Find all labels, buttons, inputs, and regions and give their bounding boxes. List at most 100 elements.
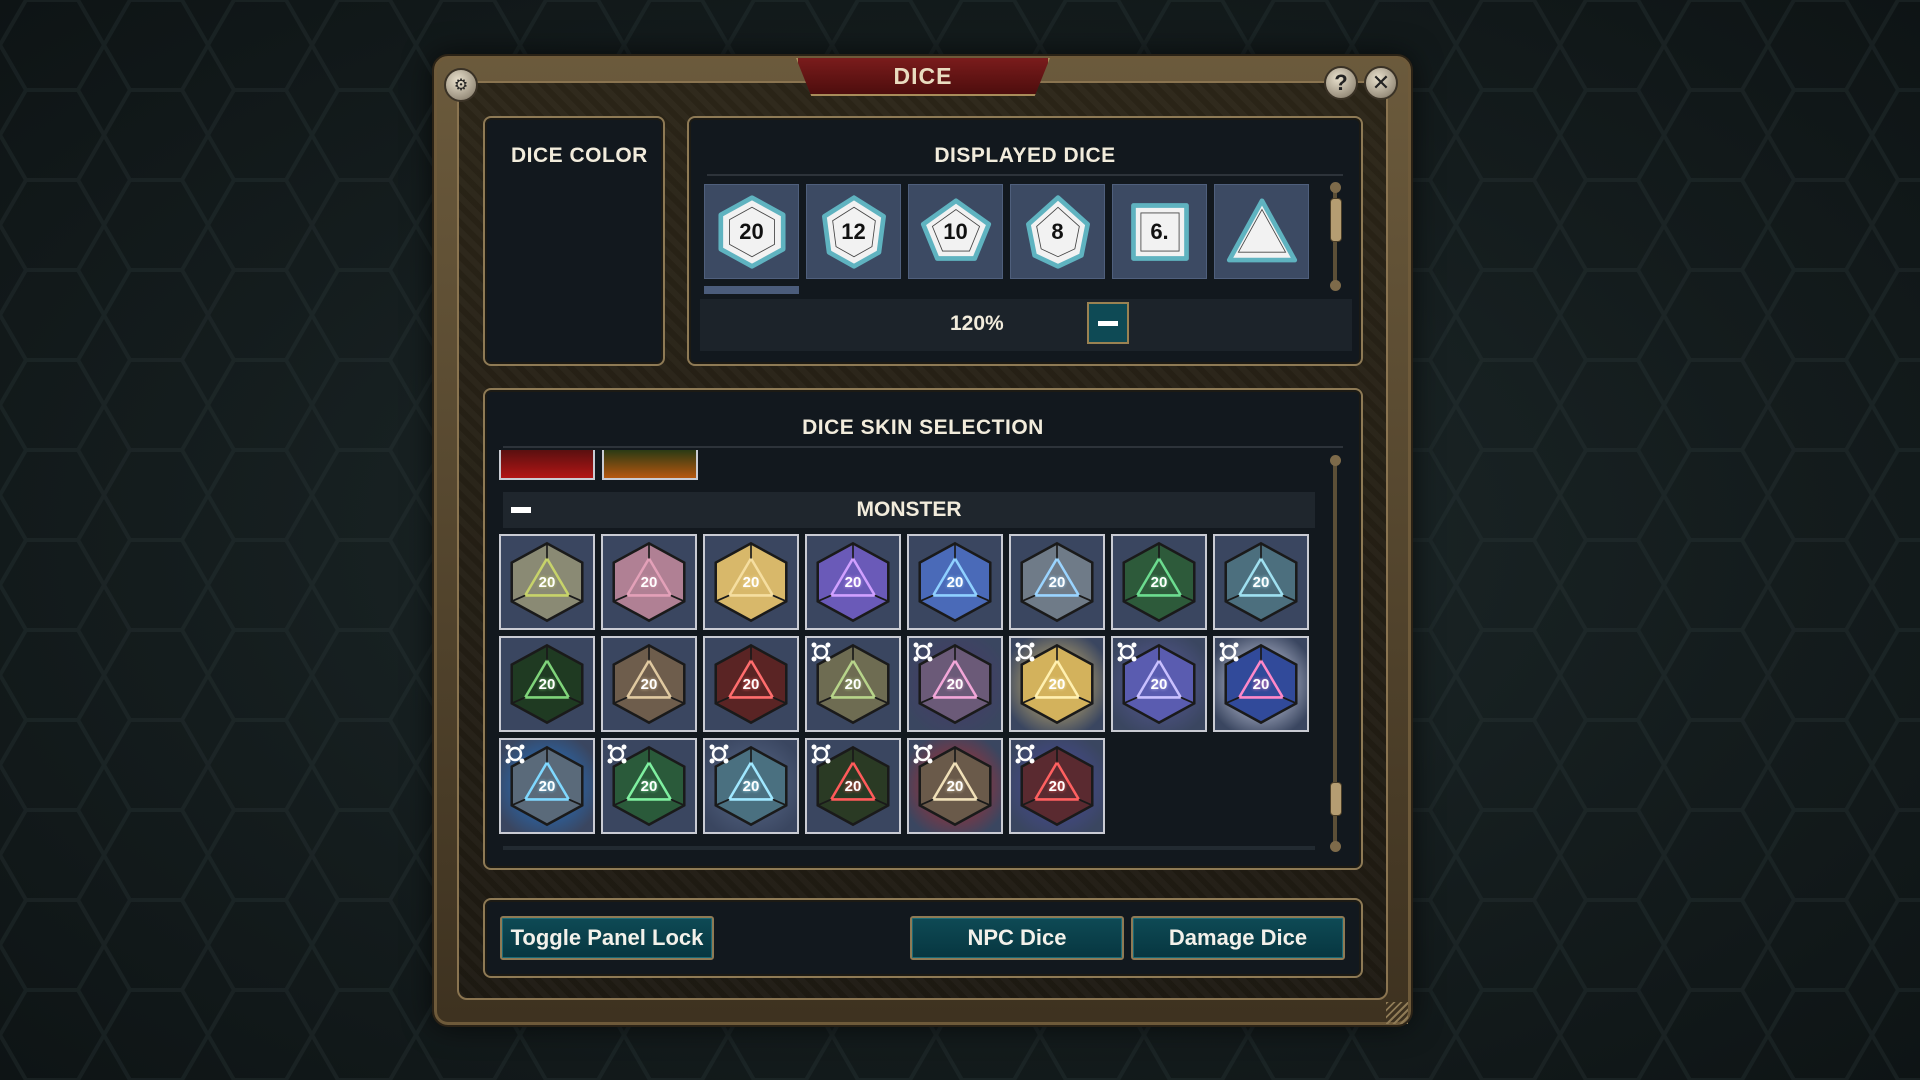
monster-skin-tile[interactable]: 20 bbox=[1111, 636, 1207, 732]
skin-face-label: 20 bbox=[844, 573, 862, 591]
skin-face-label: 20 bbox=[946, 777, 964, 795]
divider bbox=[707, 174, 1343, 176]
monster-skin-tile[interactable]: 20 bbox=[805, 636, 901, 732]
npc-dice-label: NPC Dice bbox=[967, 925, 1067, 950]
skin-face-label: 20 bbox=[742, 777, 760, 795]
animated-badge-icon bbox=[913, 744, 933, 764]
skin-scroll-up-dot[interactable] bbox=[1330, 455, 1341, 466]
damage-dice-button[interactable]: Damage Dice bbox=[1131, 916, 1345, 960]
damage-dice-label: Damage Dice bbox=[1168, 925, 1308, 950]
monster-skin-tile[interactable]: 20 bbox=[601, 534, 697, 630]
skin-face-label: 20 bbox=[946, 675, 964, 693]
animated-badge-icon bbox=[607, 744, 627, 764]
skin-face-label: 20 bbox=[1252, 573, 1270, 591]
dice-color-title: DICE COLOR bbox=[511, 144, 648, 167]
window-title: DICE bbox=[796, 58, 1050, 96]
minus-icon bbox=[1098, 320, 1118, 326]
displayed-die-d8[interactable]: 8 bbox=[1010, 184, 1105, 279]
skin-face-label: 20 bbox=[538, 777, 556, 795]
skin-face-label: 20 bbox=[538, 675, 556, 693]
monster-skin-tile[interactable]: 20 bbox=[703, 534, 799, 630]
skin-face-label: 20 bbox=[640, 675, 658, 693]
scroll-down-dot[interactable] bbox=[1330, 280, 1341, 291]
scroll-up-dot[interactable] bbox=[1330, 182, 1341, 193]
skin-face-label: 20 bbox=[946, 573, 964, 591]
monster-skin-tile[interactable]: 20 bbox=[1009, 738, 1105, 834]
animated-badge-icon bbox=[505, 744, 525, 764]
animated-badge-icon bbox=[913, 642, 933, 662]
skin-face-label: 20 bbox=[1252, 675, 1270, 693]
d4-icon bbox=[1226, 197, 1297, 262]
skin-face-label: 20 bbox=[742, 675, 760, 693]
monster-skin-tile[interactable]: 20 bbox=[1009, 636, 1105, 732]
skin-face-label: 20 bbox=[844, 777, 862, 795]
lock-icon[interactable]: ⚙ bbox=[444, 68, 478, 102]
monster-category-title: MONSTER bbox=[856, 498, 962, 521]
zoom-minus-button[interactable] bbox=[1087, 302, 1129, 344]
window-title-text: DICE bbox=[893, 62, 953, 89]
monster-skin-tile[interactable]: 20 bbox=[907, 738, 1003, 834]
skin-face-label: 20 bbox=[742, 573, 760, 591]
displayed-die-d12[interactable]: 12 bbox=[806, 184, 901, 279]
toggle-panel-lock-button[interactable]: Toggle Panel Lock bbox=[500, 916, 714, 960]
displayed-die-d20[interactable]: 20 bbox=[704, 184, 799, 279]
monster-skin-tile[interactable]: 20 bbox=[1009, 534, 1105, 630]
help-icon: ? bbox=[1334, 70, 1348, 95]
help-button[interactable]: ? bbox=[1324, 66, 1358, 100]
animated-badge-icon bbox=[1015, 744, 1035, 764]
die-face-label: 6. bbox=[1150, 218, 1169, 244]
die-face-label: 20 bbox=[739, 218, 764, 244]
skin-face-label: 20 bbox=[1150, 675, 1168, 693]
dice-color-panel: DICE COLOR bbox=[483, 116, 665, 366]
close-button[interactable]: ✕ bbox=[1364, 66, 1398, 100]
monster-category-header[interactable]: MONSTER bbox=[503, 492, 1315, 528]
skin-face-label: 20 bbox=[1150, 573, 1168, 591]
skin-scroll-down-dot[interactable] bbox=[1330, 841, 1341, 852]
monster-skin-tile[interactable]: 20 bbox=[805, 534, 901, 630]
monster-skin-tile[interactable]: 20 bbox=[1213, 636, 1309, 732]
monster-skin-tile[interactable]: 20 bbox=[1213, 534, 1309, 630]
toggle-panel-lock-label: Toggle Panel Lock bbox=[510, 925, 704, 950]
skin-face-label: 20 bbox=[640, 573, 658, 591]
animated-badge-icon bbox=[811, 642, 831, 662]
monster-skin-tile[interactable]: 20 bbox=[499, 636, 595, 732]
die-face-label: 12 bbox=[841, 218, 866, 244]
animated-badge-icon bbox=[811, 744, 831, 764]
close-icon: ✕ bbox=[1371, 70, 1391, 95]
displayed-die-d6[interactable]: 6. bbox=[1112, 184, 1207, 279]
skin-face-label: 20 bbox=[1048, 777, 1066, 795]
zoom-row: 120% bbox=[700, 299, 1352, 351]
monster-skin-tile[interactable]: 20 bbox=[499, 738, 595, 834]
displayed-die-d10[interactable]: 10 bbox=[908, 184, 1003, 279]
skin-face-label: 20 bbox=[1048, 675, 1066, 693]
die-face-label: 10 bbox=[943, 218, 968, 244]
monster-skin-tile[interactable]: 20 bbox=[1111, 534, 1207, 630]
displayed-dice-title: DISPLAYED DICE bbox=[934, 144, 1116, 167]
monster-skin-tile[interactable]: 20 bbox=[907, 534, 1003, 630]
divider bbox=[503, 446, 1343, 448]
npc-dice-button[interactable]: NPC Dice bbox=[910, 916, 1124, 960]
zoom-value: 120% bbox=[950, 312, 1004, 335]
monster-skin-tile[interactable]: 20 bbox=[703, 636, 799, 732]
skin-scroll-thumb[interactable] bbox=[1330, 782, 1342, 816]
die-face-label: 8 bbox=[1051, 218, 1064, 244]
monster-skin-tile[interactable]: 20 bbox=[601, 738, 697, 834]
displayed-die-d4[interactable] bbox=[1214, 184, 1309, 279]
selected-die-indicator bbox=[704, 286, 799, 294]
animated-badge-icon bbox=[1015, 642, 1035, 662]
displayed-dice-scroll-thumb[interactable] bbox=[1330, 198, 1342, 242]
animated-badge-icon bbox=[1117, 642, 1137, 662]
monster-skin-tile[interactable]: 20 bbox=[805, 738, 901, 834]
skin-swatch-orange[interactable] bbox=[602, 450, 698, 480]
skin-swatch-red[interactable] bbox=[499, 450, 595, 480]
animated-badge-icon bbox=[709, 744, 729, 764]
resize-handle[interactable] bbox=[1386, 1002, 1408, 1024]
skin-face-label: 20 bbox=[844, 675, 862, 693]
monster-skin-tile[interactable]: 20 bbox=[499, 534, 595, 630]
monster-skin-tile[interactable]: 20 bbox=[907, 636, 1003, 732]
monster-skin-tile[interactable]: 20 bbox=[601, 636, 697, 732]
animated-badge-icon bbox=[1219, 642, 1239, 662]
monster-skin-tile[interactable]: 20 bbox=[703, 738, 799, 834]
skin-face-label: 20 bbox=[640, 777, 658, 795]
horizontal-scroll-track[interactable] bbox=[503, 846, 1315, 850]
